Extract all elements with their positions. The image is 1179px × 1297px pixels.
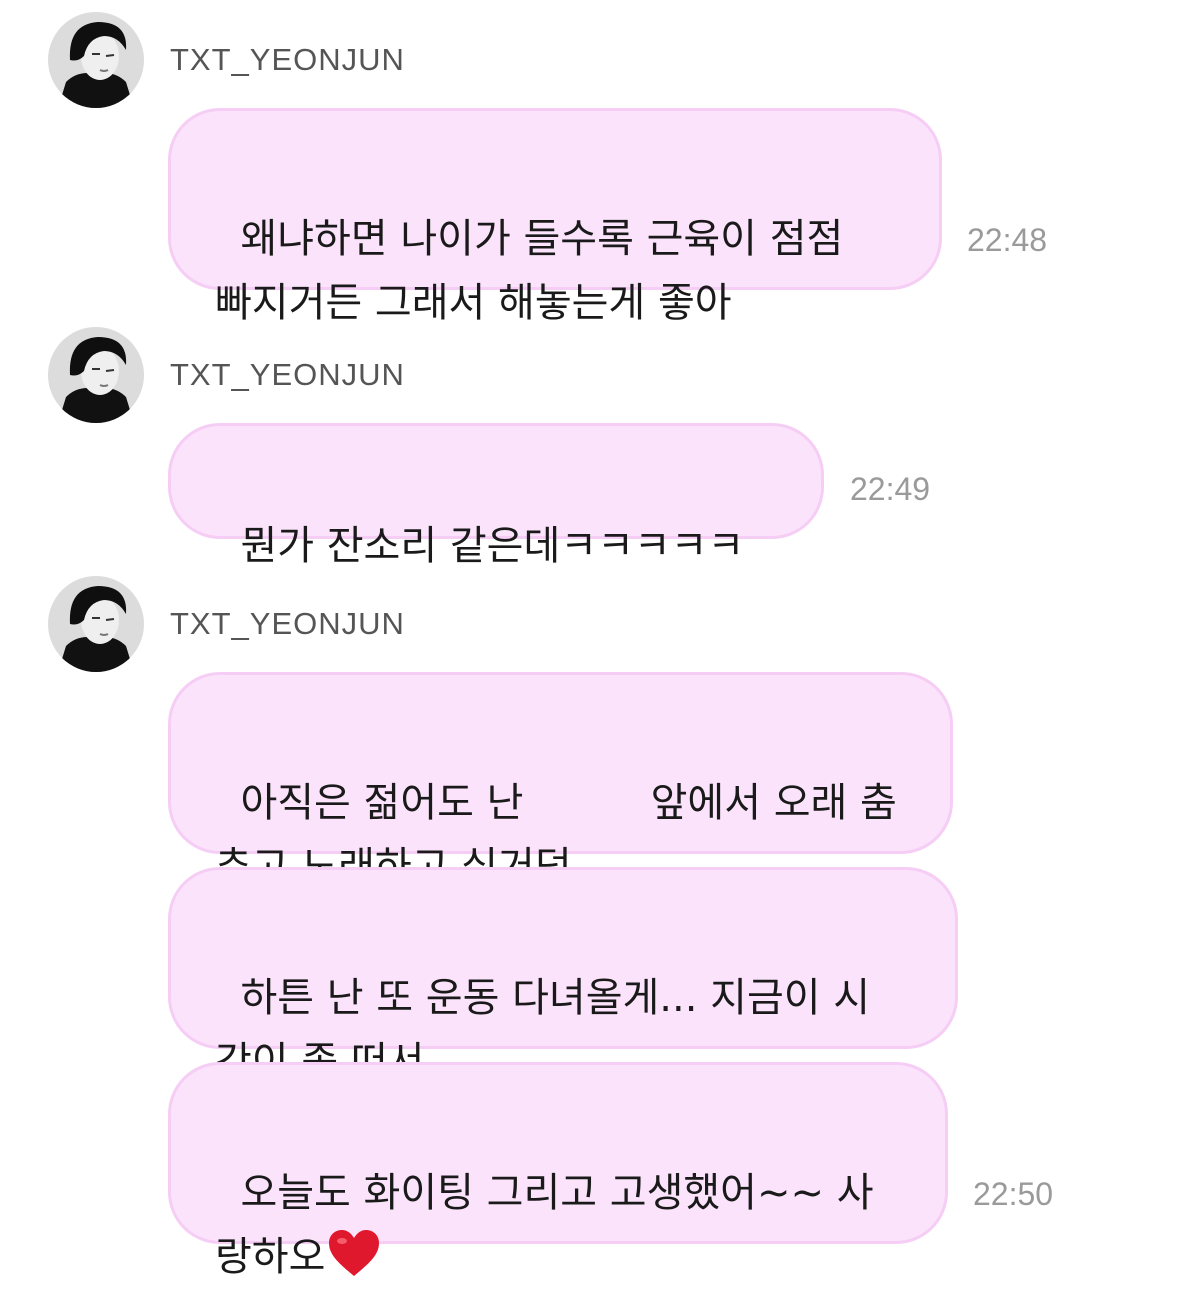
message-text: 오늘도 화이팅 그리고 고생했어~~ 사 랑하오 <box>215 1170 874 1280</box>
heart-icon <box>327 1228 381 1297</box>
profile-photo <box>48 576 144 672</box>
sender-name: TXT_YEONJUN <box>170 357 405 392</box>
sender-name: TXT_YEONJUN <box>170 606 405 641</box>
profile-photo <box>48 327 144 423</box>
message-bubble[interactable]: 왜냐하면 나이가 들수록 근육이 점점 빠지거든 그래서 해놓는게 좋아 <box>168 108 942 326</box>
message-bubble[interactable]: 오늘도 화이팅 그리고 고생했어~~ 사 랑하오 <box>168 1062 948 1280</box>
message-text: 왜냐하면 나이가 들수록 근육이 점점 빠지거든 그래서 해놓는게 좋아 <box>215 216 844 326</box>
message-timestamp: 22:48 <box>967 222 1048 258</box>
message-timestamp: 22:49 <box>850 471 931 507</box>
sender-name: TXT_YEONJUN <box>170 42 405 77</box>
profile-photo <box>48 12 144 108</box>
message-text: 뭔가 잔소리 같은데ㅋㅋㅋㅋㅋ <box>240 523 745 569</box>
message-bubble[interactable]: 뭔가 잔소리 같은데ㅋㅋㅋㅋㅋ <box>168 423 824 569</box>
avatar[interactable] <box>48 576 144 672</box>
message-timestamp: 22:50 <box>973 1176 1054 1212</box>
message-bubble[interactable]: 아직은 젊어도 난 앞에서 오래 춤 추고 노래하고 싶거덩 <box>168 672 953 890</box>
avatar[interactable] <box>48 327 144 423</box>
message-bubble[interactable]: 하튼 난 또 운동 다녀올게... 지금이 시 간이 좀 떠서 <box>168 867 958 1085</box>
avatar[interactable] <box>48 12 144 108</box>
